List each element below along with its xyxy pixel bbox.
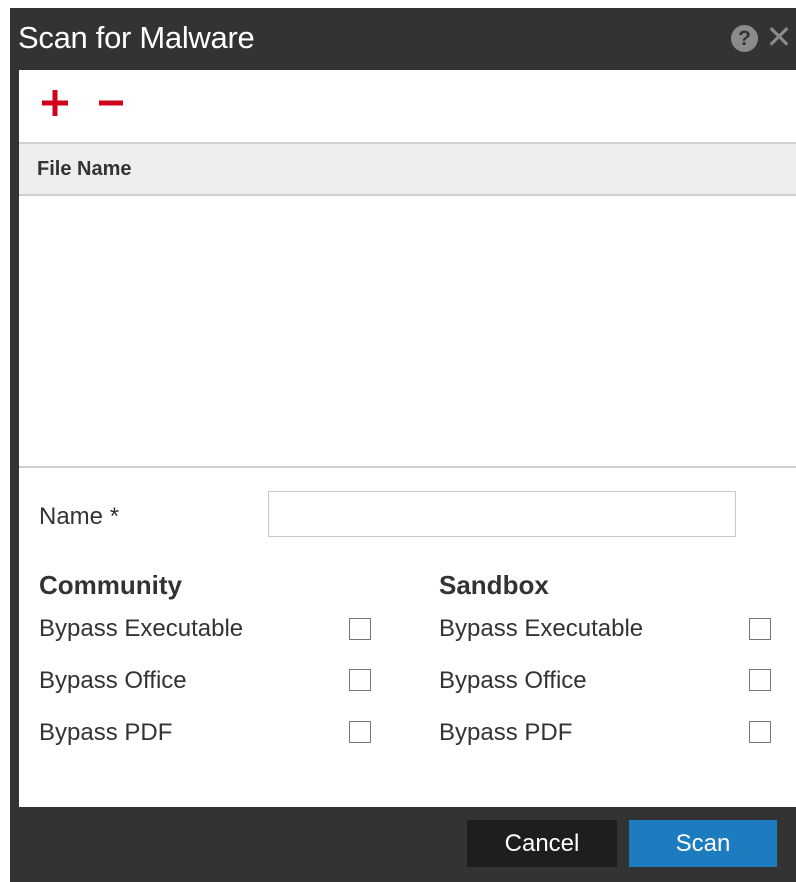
help-icon[interactable]: ?	[731, 25, 758, 52]
plus-icon	[42, 90, 68, 116]
close-icon[interactable]: ✕	[765, 20, 793, 54]
column-header-file-name[interactable]: File Name	[37, 158, 131, 181]
name-input[interactable]	[268, 491, 736, 537]
remove-file-button[interactable]	[95, 86, 129, 120]
minus-icon	[99, 100, 123, 106]
community-bypass-executable-label: Bypass Executable	[39, 615, 244, 642]
community-bypass-pdf-checkbox[interactable]	[349, 721, 371, 743]
add-file-button[interactable]	[38, 86, 72, 120]
dialog-title: Scan for Malware	[18, 20, 255, 55]
dialog-footer: Cancel Scan	[10, 807, 796, 882]
dialog-titlebar: Scan for Malware ? ✕	[10, 8, 796, 70]
community-bypass-executable-checkbox[interactable]	[349, 618, 371, 640]
sandbox-bypass-executable-checkbox[interactable]	[749, 618, 771, 640]
community-bypass-office-label: Bypass Office	[39, 667, 187, 694]
sandbox-bypass-office-checkbox[interactable]	[749, 669, 771, 691]
sandbox-bypass-executable-label: Bypass Executable	[439, 615, 644, 642]
file-table: File Name	[19, 142, 796, 468]
cancel-button[interactable]: Cancel	[467, 820, 617, 867]
community-bypass-office-checkbox[interactable]	[349, 669, 371, 691]
scan-button[interactable]: Scan	[629, 820, 777, 867]
scan-for-malware-dialog: Scan for Malware ? ✕ File Name Name * Co…	[10, 8, 796, 882]
table-body[interactable]	[19, 196, 796, 466]
sandbox-bypass-pdf-checkbox[interactable]	[749, 721, 771, 743]
sandbox-title: Sandbox	[439, 570, 549, 600]
name-label: Name *	[39, 503, 120, 530]
sandbox-bypass-office-label: Bypass Office	[439, 667, 587, 694]
community-title: Community	[39, 570, 182, 600]
table-header: File Name	[19, 144, 796, 196]
dialog-body: File Name Name * Community Bypass Execut…	[19, 70, 796, 807]
community-bypass-pdf-label: Bypass PDF	[39, 719, 173, 746]
file-toolbar	[19, 70, 796, 142]
sandbox-bypass-pdf-label: Bypass PDF	[439, 719, 573, 746]
